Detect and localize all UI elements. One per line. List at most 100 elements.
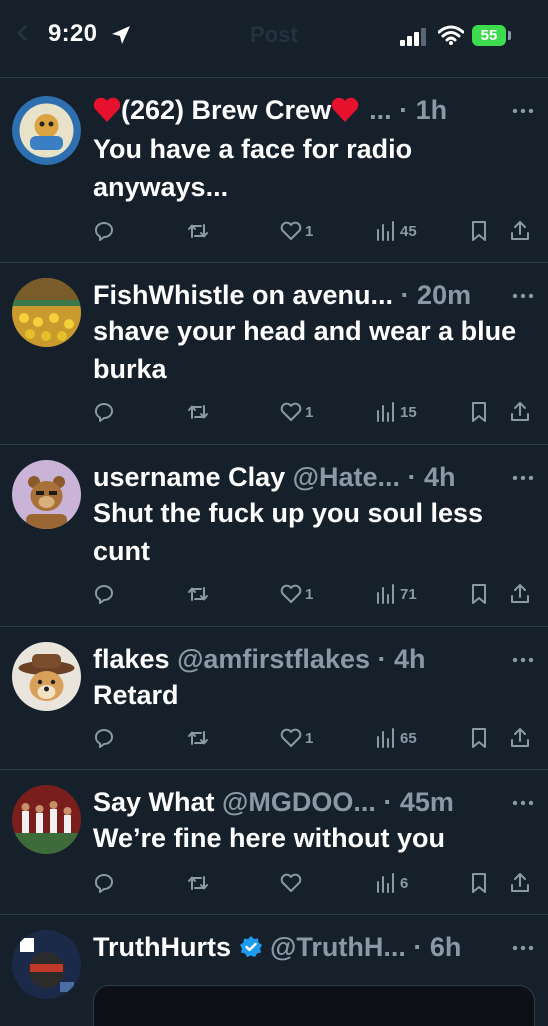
timestamp[interactable]: 4h [424,462,456,492]
reply-tweet[interactable]: (262) Brew Crew... · 1h You have a face … [0,78,548,263]
reply-tweet[interactable]: flakes @amfirstflakes · 4h Retard 1 65 [0,627,548,770]
avatar[interactable] [12,642,81,711]
heart-icon [280,873,302,892]
bookmark-icon [472,221,486,241]
timestamp[interactable]: 45m [400,787,454,817]
avatar[interactable] [12,278,81,347]
avatar[interactable] [12,460,81,529]
separator-dot: · [391,95,416,125]
views-icon [377,728,394,748]
separator-dot: · [399,462,424,492]
red-heart-emoji-icon [331,97,359,122]
separator-dot: · [375,787,400,817]
action-bar: 1 45 [92,216,532,246]
author-handle[interactable]: @amfirstflakes [177,644,370,674]
wifi-icon [438,25,464,45]
views-icon [377,873,394,893]
share-icon [511,584,529,603]
tweet-text: We’re fine here without you [93,823,446,853]
page-title: Post [250,22,298,47]
view-count: 71 [400,586,417,603]
status-bar: 9:20 Post 55 [0,0,548,78]
tweet-header: username Clay @Hate... · 4h [93,459,503,495]
author-handle[interactable]: ... [369,95,392,125]
view-count: 6 [400,875,409,892]
more-options-icon[interactable] [510,647,536,673]
reply-tweet[interactable]: username Clay @Hate... · 4h Shut the fuc… [0,445,548,627]
author-name[interactable]: Say What [93,787,215,817]
battery-tip [508,31,511,40]
retweet-icon [188,405,208,419]
timestamp[interactable]: 1h [416,95,448,125]
author-name[interactable]: flakes [93,644,170,674]
share-icon [511,873,529,892]
tweet-header: flakes @amfirstflakes · 4h [93,641,503,677]
timestamp[interactable]: 20m [417,280,471,310]
reply-icon [95,403,113,422]
heart-icon [280,221,302,240]
timestamp[interactable]: 6h [430,932,462,962]
reply-icon [95,585,113,604]
reply-icon [95,874,113,893]
avatar[interactable] [12,785,81,854]
view-count: 65 [400,730,417,747]
heart-icon [280,584,302,603]
tweet-header: TruthHurts @TruthH... · 6h [93,929,503,965]
tweet-header: (262) Brew Crew... · 1h [93,92,503,128]
like-count: 1 [305,223,314,240]
tweet-text: shave your head and wear a blue burka [93,316,517,384]
action-bar: 1 15 [92,397,532,427]
more-options-icon[interactable] [510,935,536,961]
media-card[interactable] [93,985,535,1026]
cellular-signal-icon [400,28,426,46]
avatar[interactable] [12,96,81,165]
author-handle[interactable]: @TruthH... [270,932,406,962]
bookmark-icon [472,873,486,893]
tweet-text: You have a face for radio anyways... [93,134,413,202]
battery-indicator: 55 [472,25,506,46]
share-icon [511,221,529,240]
views-icon [377,584,394,604]
timestamp[interactable]: 4h [394,644,426,674]
tweet-text: Shut the fuck up you soul less cunt [93,498,484,566]
verified-badge-icon [239,936,262,957]
heart-icon [280,728,302,747]
retweet-icon [188,876,208,890]
view-count: 45 [400,223,417,240]
author-name[interactable]: username Clay [93,462,285,492]
share-icon [511,728,529,747]
action-bar: 1 65 [92,723,532,753]
more-options-icon[interactable] [510,465,536,491]
author-name[interactable]: (262) Brew Crew [121,95,331,125]
back-arrow-icon[interactable] [16,24,32,42]
clock-time: 9:20 [48,20,98,47]
like-count: 1 [305,730,314,747]
reply-tweet[interactable]: FishWhistle on avenu... · 20m shave your… [0,263,548,445]
author-name[interactable]: TruthHurts [93,932,231,962]
reply-tweet[interactable]: Say What @MGDOO... · 45m We’re fine here… [0,770,548,915]
retweet-icon [188,731,208,745]
reply-tweet[interactable]: TruthHurts @TruthH... · 6h [0,915,548,1026]
heart-icon [280,402,302,421]
retweet-icon [188,224,208,238]
separator-dot: · [405,932,430,962]
author-handle[interactable]: @Hate... [293,462,400,492]
bookmark-icon [472,584,486,604]
tweet-header: Say What @MGDOO... · 45m [93,784,503,820]
tweet-header: FishWhistle on avenu... · 20m [93,277,503,313]
more-options-icon[interactable] [510,790,536,816]
action-bar: 6 [92,868,532,898]
reply-icon [95,729,113,748]
views-icon [377,402,394,422]
red-heart-emoji-icon [93,97,121,122]
share-icon [511,402,529,421]
more-options-icon[interactable] [510,98,536,124]
reply-icon [95,222,113,241]
avatar[interactable] [12,930,81,999]
author-name[interactable]: FishWhistle on avenu... [93,280,393,310]
author-handle[interactable]: @MGDOO... [222,787,376,817]
more-options-icon[interactable] [510,283,536,309]
separator-dot: · [370,644,394,674]
view-count: 15 [400,404,417,421]
separator-dot: · [393,280,418,310]
